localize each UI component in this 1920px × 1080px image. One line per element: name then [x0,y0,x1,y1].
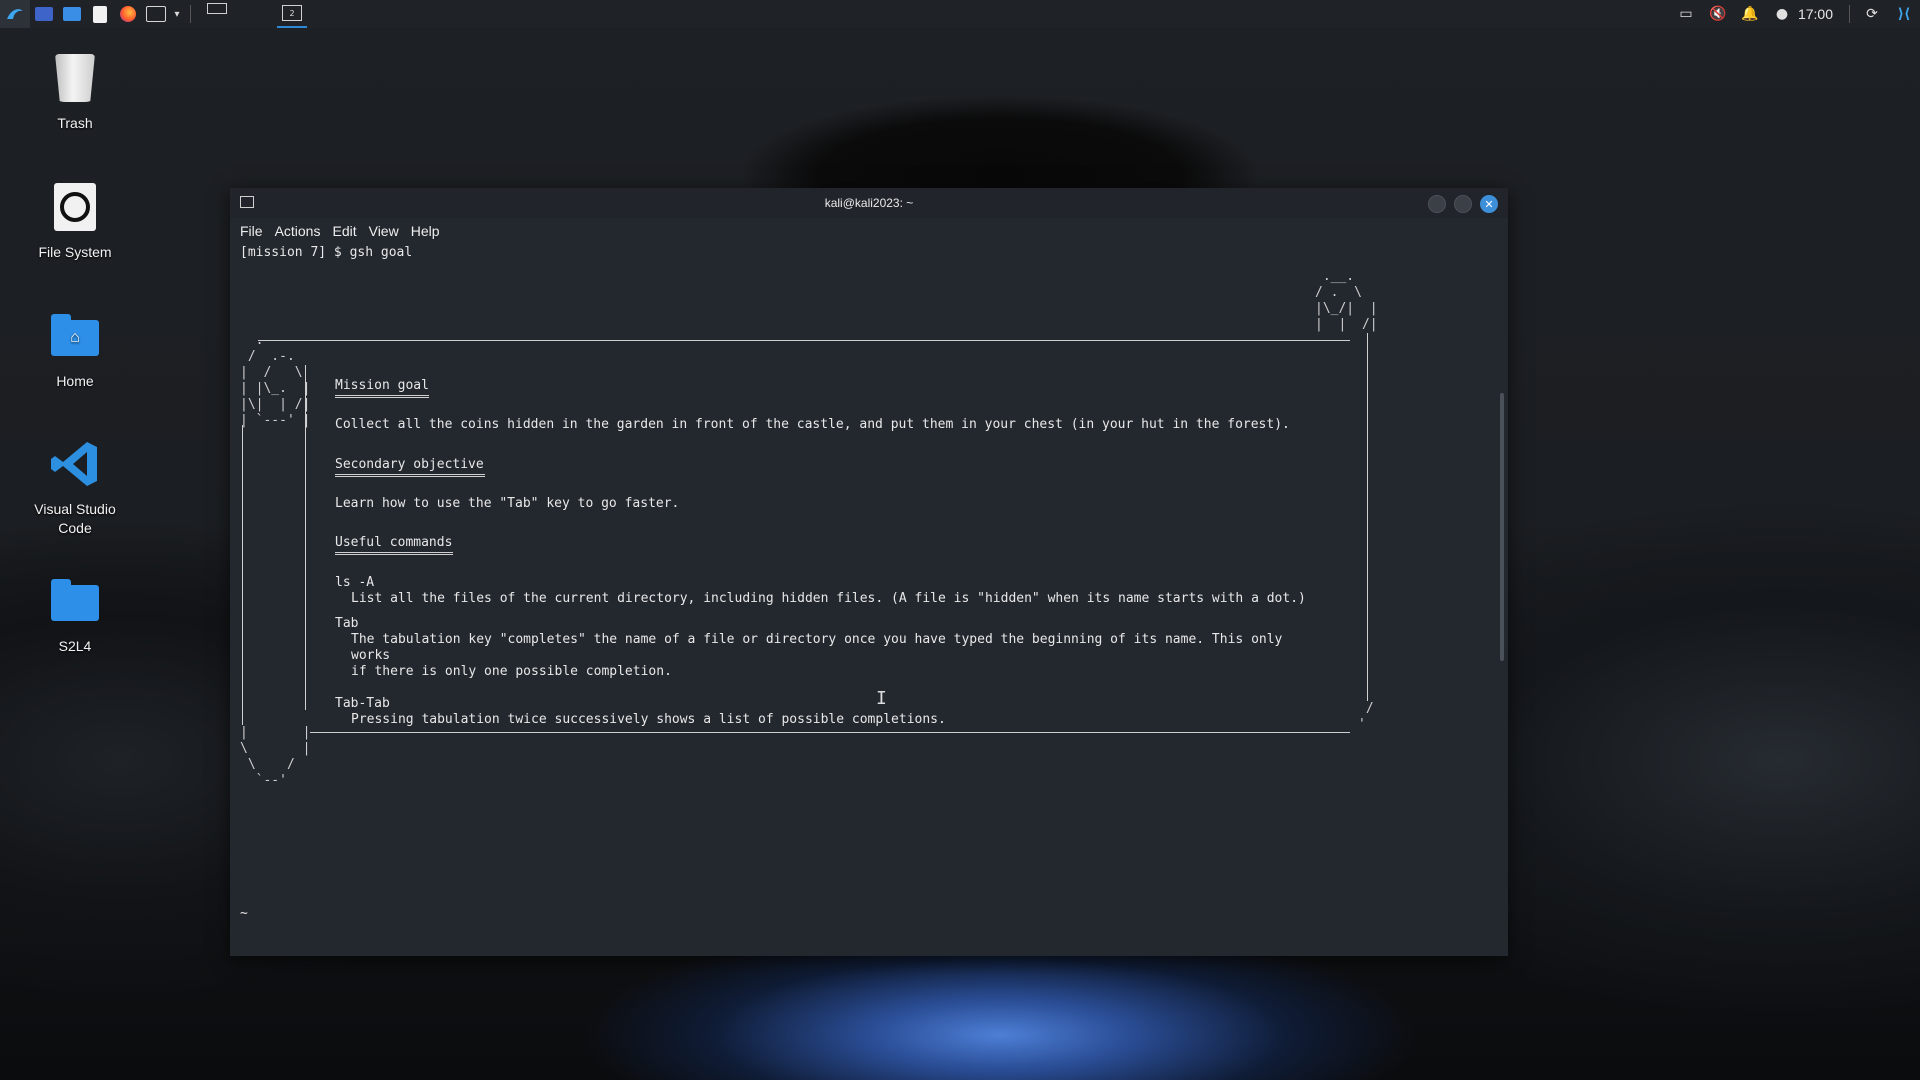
text-editor-icon[interactable] [86,0,114,28]
scroll-bottom-edge [310,732,1350,733]
scroll-top-left-art: . / .-. | / \ | |\_. | |\| | /| | `---' … [240,333,311,428]
minimize-button[interactable] [1428,195,1446,213]
notification-bell-icon[interactable]: 🔔 [1734,0,1766,28]
desktop-icon-label: S2L4 [58,638,92,654]
panel-launchers: ▾ 2 [0,0,307,28]
top-panel: ▾ 2 ▭ 🔇 🔔 ● 17:00 ⟳ ⟩⟨ [0,0,1920,28]
maximize-button[interactable] [1454,195,1472,213]
menu-actions[interactable]: Actions [275,223,321,239]
close-icon: ✕ [1484,197,1494,211]
window-menubar: File Actions Edit View Help [230,218,1508,244]
mission-goal-heading: Mission goal [335,378,429,393]
command-prompt: [mission 7] $ gsh goal [240,245,413,260]
final-prompt: ~ [240,906,248,921]
drive-icon [49,181,101,233]
scroll-top-right-art: .__. / . \ |\_/| | | | /| [1315,269,1378,332]
scroll-left-border [242,425,243,725]
scroll-inner-border [305,365,306,710]
terminal-scrollbar[interactable] [1500,393,1504,661]
desktop-icon-s2l4[interactable]: S2L4 [20,575,130,656]
window-title: kali@kali2023: ~ [824,196,914,210]
panel-tray: ▭ 🔇 🔔 ● 17:00 ⟳ ⟩⟨ [1670,0,1920,28]
terminal-window-icon[interactable] [240,196,254,208]
folder-icon [49,575,101,627]
vscode-tray-icon[interactable]: ⟩⟨ [1888,0,1920,28]
trash-icon [49,52,101,104]
window-controls: ✕ [1428,195,1498,213]
workspace-1[interactable] [199,2,235,26]
command-description: if there is only one possible completion… [351,664,672,679]
desktop-icon-home[interactable]: ⌂ Home [20,310,130,391]
command-description: Pressing tabulation twice successively s… [351,712,946,727]
chevron-down-icon[interactable]: ▾ [170,0,184,28]
mission-goal-text: Collect all the coins hidden in the gard… [335,417,1290,432]
secondary-objective-text: Learn how to use the "Tab" key to go fas… [335,496,680,511]
kali-menu-icon[interactable] [0,0,30,28]
scroll-bottom-left-art: | | \ | \ / `--' [240,725,311,788]
menu-help[interactable]: Help [411,223,440,239]
refresh-icon[interactable]: ⟳ [1856,0,1888,28]
desktop-icon-trash[interactable]: Trash [20,52,130,133]
workspace-2[interactable] [239,2,275,26]
show-desktop-icon[interactable] [30,0,58,28]
clock-icon: ● [1775,6,1789,22]
heading-underline [335,552,453,555]
close-button[interactable]: ✕ [1480,195,1498,213]
desktop-icon-file-system[interactable]: File System [20,181,130,262]
terminal-task-icon: 2 [282,5,302,21]
scroll-right-border [1367,333,1368,701]
menu-edit[interactable]: Edit [332,223,356,239]
useful-commands-heading: Useful commands [335,535,453,550]
command-name: Tab [335,616,359,631]
desktop-icon-label: Visual Studio Code [34,501,116,536]
text-cursor-icon: I [876,688,887,709]
window-titlebar[interactable]: kali@kali2023: ~ ✕ [230,188,1508,218]
command-name: ls -A [335,575,375,590]
desktop-icon-label: File System [38,244,112,260]
heading-underline [335,474,485,477]
terminal-launcher-icon[interactable] [142,0,170,28]
panel-clock[interactable]: 17:00 [1798,6,1833,22]
workspace-preview-icon [207,3,227,14]
desktop-icon-label: Home [56,373,94,389]
desktop-icon-vscode[interactable]: Visual Studio Code [20,438,130,538]
command-description: works [351,648,391,663]
terminal-window[interactable]: kali@kali2023: ~ ✕ File Actions Edit Vie… [230,188,1508,956]
volume-muted-icon[interactable]: 🔇 [1702,0,1734,28]
panel-separator [190,5,191,23]
firefox-icon[interactable] [114,0,142,28]
command-description: The tabulation key "completes" the name … [351,632,1283,647]
file-manager-icon[interactable] [58,0,86,28]
taskbar-terminal-entry[interactable]: 2 [277,0,307,28]
scroll-bottom-right-art: / ' [1358,701,1374,732]
terminal-output[interactable]: [mission 7] $ gsh goal .__. / . \ |\_/| … [240,245,1494,946]
vscode-icon [49,438,101,490]
secondary-objective-heading: Secondary objective [335,457,484,472]
command-name: Tab-Tab [335,696,390,711]
menu-view[interactable]: View [369,223,399,239]
desktop-icon-label: Trash [57,115,93,131]
home-folder-icon: ⌂ [49,310,101,362]
heading-underline [335,395,429,398]
panel-separator [1849,5,1850,23]
command-description: List all the files of the current direct… [351,591,1306,606]
display-icon[interactable]: ▭ [1670,0,1702,28]
menu-file[interactable]: File [240,223,263,239]
scroll-top-edge [258,340,1350,341]
